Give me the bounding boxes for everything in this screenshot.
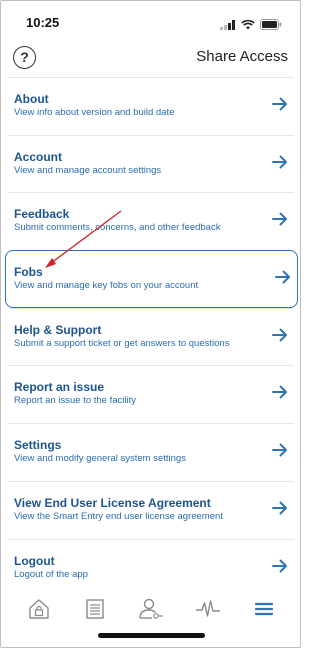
menu-item-description: View the Smart Entry end user license ag… bbox=[14, 510, 223, 522]
menu-item-description: View and modify general system settings bbox=[14, 453, 186, 465]
menu-item-title: Account bbox=[14, 149, 62, 164]
cellular-signal-icon bbox=[220, 17, 236, 35]
menu-item-feedback[interactable]: Feedback Submit comments, concerns, and … bbox=[9, 192, 294, 250]
arrow-right-icon bbox=[272, 212, 287, 226]
menu-item-description: Logout of the app bbox=[14, 568, 88, 580]
menu-item-title: Settings bbox=[14, 438, 62, 453]
menu-item-about[interactable]: About View info about version and build … bbox=[9, 77, 294, 135]
menu-item-logout[interactable]: Logout Logout of the app bbox=[9, 538, 294, 597]
menu-item-title: Help & Support bbox=[14, 322, 102, 337]
menu-item-help-support[interactable]: Help & Support Submit a support ticket o… bbox=[9, 307, 294, 366]
arrow-right-icon bbox=[272, 328, 287, 342]
bottom-tab-bar bbox=[1, 591, 302, 627]
page-title: Share Access bbox=[196, 48, 288, 65]
tab-documents[interactable] bbox=[80, 594, 110, 624]
menu-item-title: About bbox=[14, 92, 49, 106]
battery-icon bbox=[260, 17, 282, 35]
phone-screen: 10:25 ? Share Access About View info abo… bbox=[0, 0, 301, 648]
arrow-right-icon bbox=[275, 270, 290, 284]
menu-item-title: Report an issue bbox=[14, 380, 105, 395]
menu-item-description: View and manage account settings bbox=[14, 164, 162, 176]
home-indicator[interactable] bbox=[98, 633, 205, 638]
status-icons bbox=[220, 17, 282, 35]
activity-icon bbox=[195, 600, 220, 617]
menu-item-title: Feedback bbox=[14, 207, 70, 222]
menu-item-report-issue[interactable]: Report an issue Report an issue to the f… bbox=[9, 365, 294, 423]
menu-item-description: View and manage key fobs on your account bbox=[14, 280, 199, 292]
menu-item-description: Report an issue to the facility bbox=[14, 395, 136, 407]
wifi-icon bbox=[241, 17, 255, 35]
tab-activity[interactable] bbox=[193, 594, 223, 624]
menu-item-title: View End User License Agreement bbox=[14, 495, 211, 510]
menu-item-description: Submit comments, concerns, and other fee… bbox=[14, 222, 221, 234]
help-icon[interactable]: ? bbox=[13, 46, 36, 69]
arrow-right-icon bbox=[272, 97, 287, 111]
arrow-right-icon bbox=[272, 559, 287, 572]
menu-item-description: View info about version and build date bbox=[14, 107, 175, 118]
app-header: ? Share Access bbox=[1, 43, 302, 73]
menu-item-title: Logout bbox=[14, 553, 55, 568]
settings-menu: About View info about version and build … bbox=[1, 77, 302, 596]
document-icon bbox=[86, 599, 104, 619]
arrow-right-icon bbox=[272, 385, 287, 399]
arrow-right-icon bbox=[272, 155, 287, 169]
menu-item-fobs[interactable]: Fobs View and manage key fobs on your ac… bbox=[5, 250, 298, 308]
menu-item-settings[interactable]: Settings View and modify general system … bbox=[9, 423, 294, 481]
arrow-right-icon bbox=[272, 501, 287, 515]
status-bar: 10:25 bbox=[1, 1, 302, 41]
tab-home[interactable] bbox=[24, 594, 54, 624]
menu-item-description: Submit a support ticket or get answers t… bbox=[14, 337, 230, 349]
lock-home-icon bbox=[29, 599, 49, 619]
status-time: 10:25 bbox=[26, 15, 60, 30]
tab-menu[interactable] bbox=[249, 594, 279, 624]
menu-item-account[interactable]: Account View and manage account settings bbox=[9, 134, 294, 193]
menu-icon bbox=[254, 602, 273, 616]
user-key-icon bbox=[139, 598, 164, 619]
tab-users[interactable] bbox=[136, 594, 166, 624]
menu-item-title: Fobs bbox=[14, 265, 43, 280]
menu-item-eula[interactable]: View End User License Agreement View the… bbox=[9, 480, 294, 539]
arrow-right-icon bbox=[272, 443, 287, 457]
